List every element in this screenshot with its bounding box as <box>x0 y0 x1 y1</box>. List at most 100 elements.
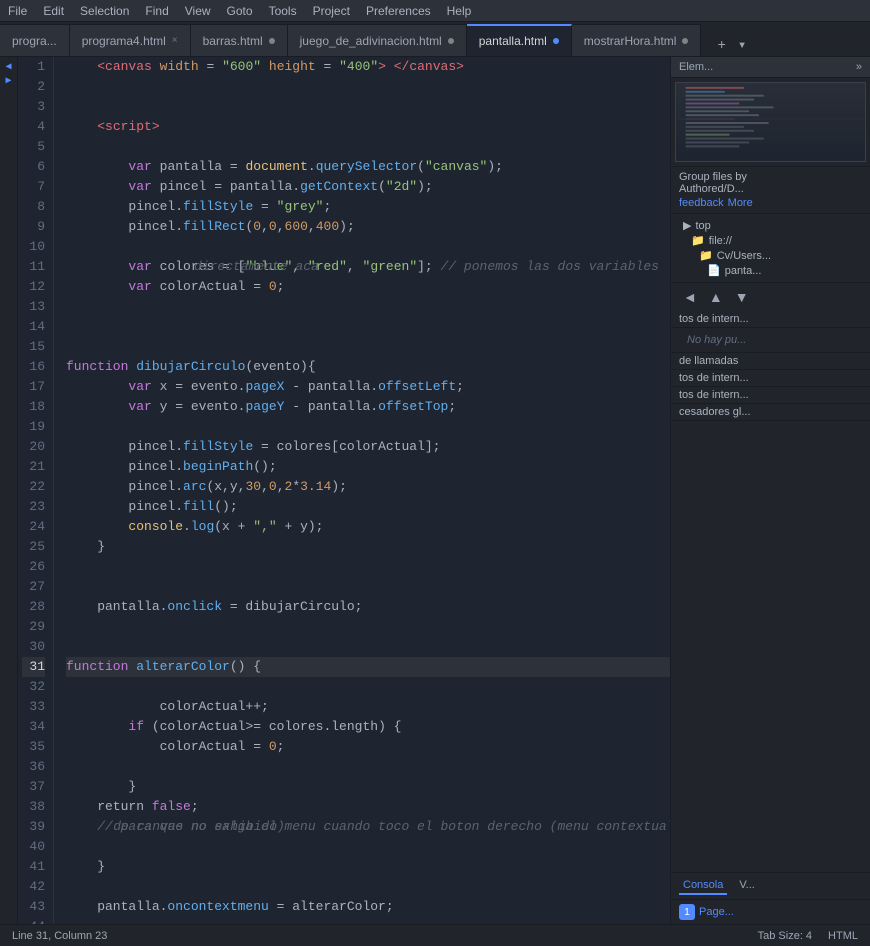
code-line-13 <box>66 297 670 317</box>
interp-section-3: tos de intern... <box>671 387 870 404</box>
tab-juego[interactable]: juego_de_adivinacion.html <box>288 24 467 56</box>
more-tabs-button[interactable]: ▾ <box>734 35 750 56</box>
right-panel-title: Elem... <box>679 61 713 73</box>
code-line-12: var colorActual = 0 ; <box>66 277 670 297</box>
line-num-43: 43 <box>22 897 45 917</box>
menu-edit[interactable]: Edit <box>43 4 64 18</box>
line-num-26: 26 <box>22 557 45 577</box>
more-link[interactable]: More <box>728 197 753 209</box>
line-num-11: 11 <box>22 257 45 277</box>
tab-bar: progra... programa4.html × barras.html j… <box>0 22 870 57</box>
procesadores-label: cesadores gl... <box>679 406 862 418</box>
add-tab-button[interactable]: + <box>713 36 729 56</box>
tree-top-text: top <box>695 220 710 232</box>
tab-programa[interactable]: progra... <box>0 24 70 56</box>
cv-folder-text: Cv/Users... <box>717 250 771 262</box>
folder-tree-icon: 📁 <box>691 234 705 247</box>
line-num-41: 41 <box>22 857 45 877</box>
menu-project[interactable]: Project <box>313 4 350 18</box>
menu-help[interactable]: Help <box>447 4 472 18</box>
tab-modified-dot <box>269 38 275 44</box>
tree-cv-label[interactable]: 📁 Cv/Users... <box>679 248 862 263</box>
line-num-31: 31 <box>22 657 45 677</box>
procesadores-section: cesadores gl... <box>671 404 870 421</box>
code-line-34: if (colorActual>= colores.length) { <box>66 717 670 737</box>
line-num-14: 14 <box>22 317 45 337</box>
interp-section-2: tos de intern... <box>671 370 870 387</box>
no-hay-section: No hay pu... <box>671 328 870 353</box>
tab-consola[interactable]: Consola <box>679 877 727 895</box>
no-hay-label: No hay pu... <box>679 330 862 350</box>
line-num-20: 20 <box>22 437 45 457</box>
code-line-29 <box>66 617 670 637</box>
line-num-3: 3 <box>22 97 45 117</box>
code-line-43: pantalla. oncontextmenu = alterarColor; <box>66 897 670 917</box>
thumbnail-preview <box>676 83 865 161</box>
menu-file[interactable]: File <box>8 4 27 18</box>
menu-find[interactable]: Find <box>145 4 168 18</box>
nav-down-button[interactable]: ▼ <box>731 287 753 307</box>
code-line-5 <box>66 137 670 157</box>
status-tab-size: Tab Size: 4 <box>758 930 812 942</box>
tree-panta-label[interactable]: 📄 panta... <box>679 263 862 278</box>
code-line-18: var y = evento. pageY - pantalla. offset… <box>66 397 670 417</box>
thumbnail-section <box>671 78 870 167</box>
line-num-19: 19 <box>22 417 45 437</box>
status-right: Tab Size: 4 HTML <box>758 930 858 942</box>
menu-selection[interactable]: Selection <box>80 4 129 18</box>
line-num-39: 39 <box>22 817 45 837</box>
menu-tools[interactable]: Tools <box>269 4 297 18</box>
line-num-9: 9 <box>22 217 45 237</box>
line-num-40: 40 <box>22 837 45 857</box>
nav-back-button[interactable]: ◄ <box>679 287 701 307</box>
tab-close-icon[interactable]: × <box>172 35 178 46</box>
code-editor[interactable]: <canvas width = "600" height = "400" > <… <box>54 57 670 924</box>
tab-label: programa4.html <box>82 34 166 48</box>
line-num-4: 4 <box>22 117 45 137</box>
tab-mostrar[interactable]: mostrarHora.html <box>572 24 702 56</box>
file-tree-section: ▶ top 📁 file:// 📁 Cv/Users... 📄 panta... <box>671 214 870 283</box>
tab-actions: + ▾ <box>705 35 758 56</box>
status-language: HTML <box>828 930 858 942</box>
interp-3-label: tos de intern... <box>679 389 862 401</box>
tab-label: progra... <box>12 34 57 48</box>
line-num-34: 34 <box>22 717 45 737</box>
nav-up-button[interactable]: ▲ <box>705 287 727 307</box>
line-num-24: 24 <box>22 517 45 537</box>
authored-label: Authored/D... <box>679 183 862 195</box>
gutter-right-arrow[interactable]: ▶ <box>5 75 11 87</box>
tab-programa4[interactable]: programa4.html × <box>70 24 191 56</box>
right-panel-header: Elem... » <box>671 57 870 78</box>
interp-1-label: tos de intern... <box>679 313 862 325</box>
tab-pantalla[interactable]: pantalla.html <box>467 24 572 56</box>
code-line-26 <box>66 557 670 577</box>
line-num-37: 37 <box>22 777 45 797</box>
folder-icon: ▶ <box>683 219 691 232</box>
code-line-10 <box>66 237 670 257</box>
code-line-40 <box>66 837 670 857</box>
line-num-12: 12 <box>22 277 45 297</box>
feedback-link[interactable]: feedback <box>679 197 724 209</box>
gutter-left-arrow[interactable]: ◀ <box>5 61 11 73</box>
menu-goto[interactable]: Goto <box>227 4 253 18</box>
code-line-8: pincel. fillStyle = "grey" ; <box>66 197 670 217</box>
status-left: Line 31, Column 23 <box>12 930 107 942</box>
tab-modified-dot <box>448 38 454 44</box>
code-line-11: var colores = [ "blue" , "red" , "green"… <box>66 257 670 277</box>
line-num-32: 32 <box>22 677 45 697</box>
cv-folder-icon: 📁 <box>699 249 713 262</box>
code-line-41: } <box>66 857 670 877</box>
left-gutter: ◀ ▶ <box>0 57 18 924</box>
tree-file-label[interactable]: 📁 file:// <box>679 233 862 248</box>
code-line-42 <box>66 877 670 897</box>
editor-area[interactable]: 1 2 3 4 5 6 7 8 9 10 11 12 13 14 15 16 1… <box>18 57 670 924</box>
line-num-2: 2 <box>22 77 45 97</box>
menu-preferences[interactable]: Preferences <box>366 4 431 18</box>
page-link[interactable]: Page... <box>699 906 734 918</box>
bottom-tabs: Consola V... <box>671 872 870 899</box>
tab-v[interactable]: V... <box>735 877 759 895</box>
expand-panel-button[interactable]: » <box>856 61 862 73</box>
menu-view[interactable]: View <box>185 4 211 18</box>
line-num-44: 44 <box>22 917 45 924</box>
tab-barras[interactable]: barras.html <box>191 24 288 56</box>
